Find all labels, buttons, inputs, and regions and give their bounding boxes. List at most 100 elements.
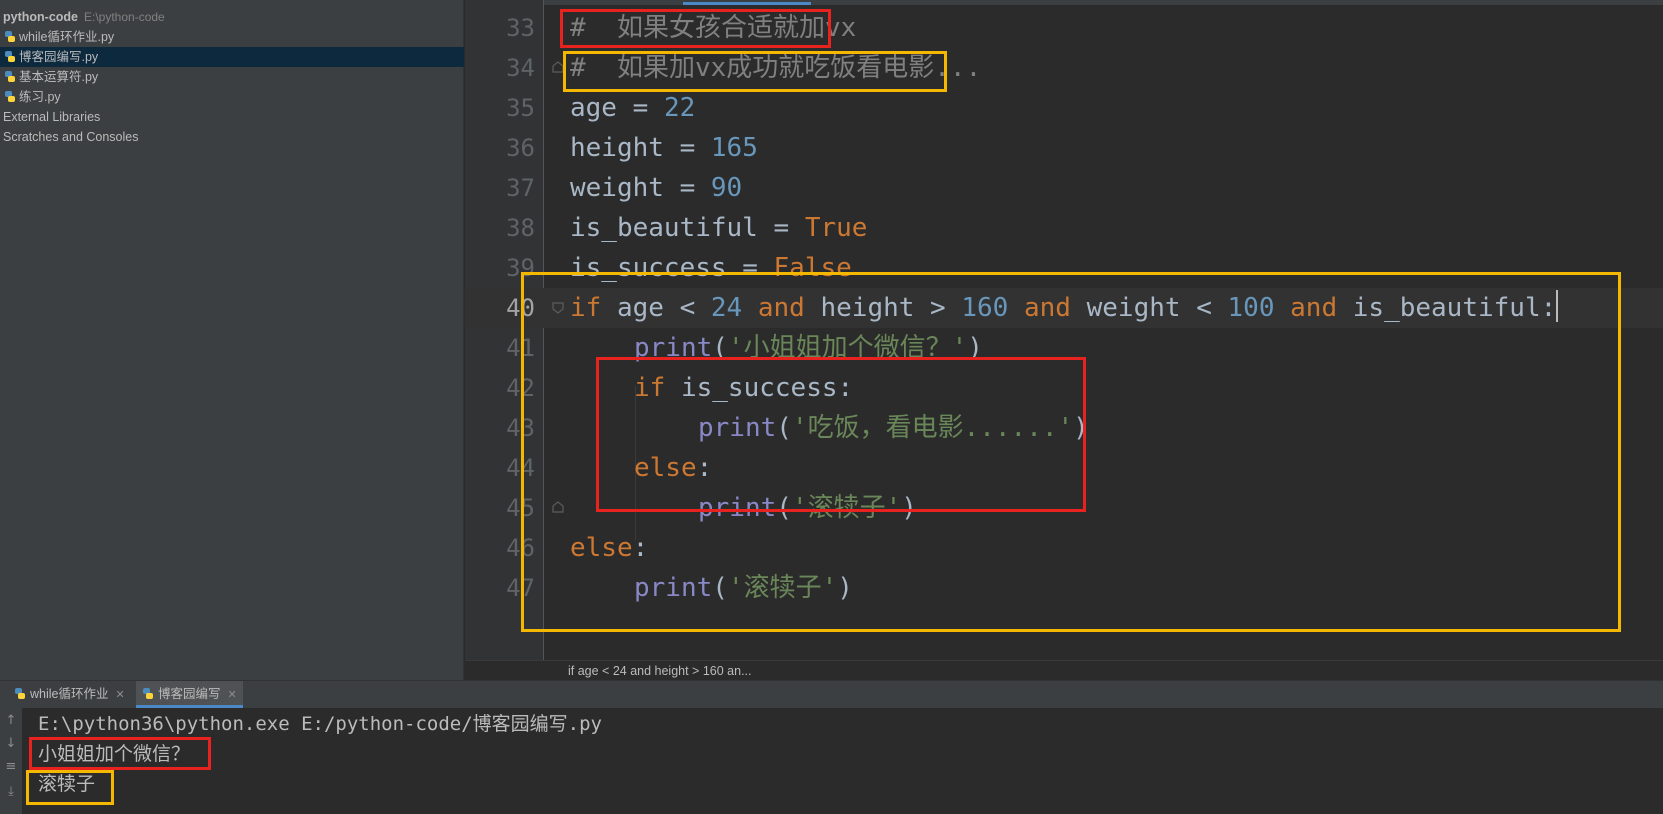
python-file-icon bbox=[4, 50, 16, 64]
bool-literal: True bbox=[804, 213, 868, 243]
project-root[interactable]: python-code E:\python-code bbox=[0, 7, 464, 27]
fold-start-icon[interactable] bbox=[551, 301, 565, 315]
python-file-icon bbox=[4, 70, 16, 84]
code-line-41[interactable]: 41 print('小姐姐加个微信？') bbox=[465, 328, 1663, 368]
line-number: 35 bbox=[506, 94, 535, 122]
variable: is_beautiful bbox=[570, 213, 758, 243]
fold-end-icon[interactable] bbox=[551, 500, 565, 514]
paren: ( bbox=[712, 333, 728, 363]
line-number: 37 bbox=[506, 174, 535, 202]
code-line-42[interactable]: 42 if is_success: bbox=[465, 368, 1663, 408]
run-tab-label: 博客园编写 bbox=[158, 687, 221, 701]
run-tabs-bar: while循环作业 ✕ 博客园编写 ✕ bbox=[0, 680, 1663, 708]
file-item-practice[interactable]: 练习.py bbox=[0, 87, 464, 107]
code-line-33[interactable]: 33 # 如果女孩合适就加vx bbox=[465, 8, 1663, 48]
builtin-function: print bbox=[698, 413, 777, 443]
scratches-and-consoles[interactable]: Scratches and Consoles bbox=[0, 127, 467, 147]
paren: ( bbox=[776, 493, 792, 523]
run-tab-label: while循环作业 bbox=[30, 687, 109, 701]
scroll-up-icon[interactable]: ↑ bbox=[3, 713, 19, 729]
line-number: 41 bbox=[506, 334, 535, 362]
line-number: 38 bbox=[506, 214, 535, 242]
console-output-line: 小姐姐加个微信？ bbox=[38, 743, 191, 765]
code-text: weight < bbox=[1070, 293, 1228, 323]
code-text: is_success: bbox=[665, 373, 854, 403]
console-command: E:\python36\python.exe E:/python-code/博客… bbox=[38, 713, 602, 735]
number-literal: 90 bbox=[710, 173, 743, 203]
code-line-38[interactable]: 38 is_beautiful = True bbox=[465, 208, 1663, 248]
code-text: is_beautiful: bbox=[1337, 293, 1557, 323]
variable: age bbox=[570, 93, 617, 123]
file-label: 博客园编写.py bbox=[19, 50, 99, 64]
run-tab-while[interactable]: while循环作业 ✕ bbox=[8, 681, 131, 708]
code-line-36[interactable]: 36 height = 165 bbox=[465, 128, 1663, 168]
code-line-34[interactable]: 34 # 如果加vx成功就吃饭看电影... bbox=[465, 48, 1663, 88]
soft-wrap-icon[interactable]: ≡ bbox=[3, 759, 19, 775]
string-literal: '吃饭，看电影......' bbox=[791, 413, 1074, 443]
close-icon[interactable]: ✕ bbox=[228, 689, 237, 701]
code-line-44[interactable]: 44 else: bbox=[465, 448, 1663, 488]
project-root-path: E:\python-code bbox=[84, 10, 165, 24]
code-line-39[interactable]: 39 is_success = False bbox=[465, 248, 1663, 288]
builtin-function: print bbox=[634, 573, 713, 603]
keyword: if bbox=[570, 293, 602, 323]
code-text: height > bbox=[804, 293, 962, 323]
paren: ( bbox=[776, 413, 792, 443]
run-tab-blog[interactable]: 博客园编写 ✕ bbox=[136, 681, 243, 708]
code-editor[interactable]: 33 # 如果女孩合适就加vx 34 # 如果加vx成功就吃饭看电影... 35… bbox=[465, 0, 1663, 660]
scroll-to-end-icon[interactable]: ⤓ bbox=[3, 784, 19, 800]
variable: weight bbox=[570, 173, 664, 203]
comment: # 如果女孩合适就加vx bbox=[570, 13, 857, 43]
code-line-47[interactable]: 47 print('滚犊子') bbox=[465, 568, 1663, 608]
code-line-35[interactable]: 35 age = 22 bbox=[465, 88, 1663, 128]
scroll-down-icon[interactable]: ↓ bbox=[3, 736, 19, 752]
text-caret bbox=[1556, 290, 1559, 322]
code-line-43[interactable]: 43 print('吃饭，看电影......') bbox=[465, 408, 1663, 448]
file-item-operators[interactable]: 基本运算符.py bbox=[0, 67, 464, 87]
line-number: 42 bbox=[506, 374, 535, 402]
file-label: while循环作业.py bbox=[19, 30, 115, 44]
external-libraries[interactable]: External Libraries bbox=[0, 107, 467, 127]
code-line-40[interactable]: 40 if age < 24 and height > 160 and weig… bbox=[465, 288, 1663, 328]
file-item-while[interactable]: while循环作业.py bbox=[0, 27, 464, 47]
line-number: 43 bbox=[506, 414, 535, 442]
number-literal: 100 bbox=[1227, 293, 1275, 323]
close-icon[interactable]: ✕ bbox=[116, 689, 125, 701]
file-label: 练习.py bbox=[19, 90, 61, 104]
keyword: if bbox=[634, 373, 666, 403]
comment: # 如果加vx成功就吃饭看电影... bbox=[570, 53, 982, 83]
run-console[interactable]: ↑ ↓ ≡ ⤓ E:\python36\python.exe E:/python… bbox=[0, 708, 1663, 814]
python-file-icon bbox=[4, 30, 16, 44]
keyword: and bbox=[1008, 293, 1071, 323]
code-line-46[interactable]: 46 else: bbox=[465, 528, 1663, 568]
operator: = bbox=[616, 93, 664, 123]
breadcrumb-text: if age < 24 and height > 160 an... bbox=[568, 664, 752, 678]
project-panel: python-code E:\python-code while循环作业.py 博… bbox=[0, 0, 464, 680]
project-root-name: python-code bbox=[3, 10, 78, 24]
fold-end-icon[interactable] bbox=[551, 60, 565, 74]
keyword: and bbox=[742, 293, 805, 323]
editor-breadcrumb[interactable]: if age < 24 and height > 160 an... bbox=[465, 660, 1663, 680]
line-number: 33 bbox=[506, 14, 535, 42]
string-literal: '小姐姐加个微信？' bbox=[727, 333, 968, 363]
line-number: 47 bbox=[506, 574, 535, 602]
line-number: 34 bbox=[506, 54, 535, 82]
code-line-45[interactable]: 45 print('滚犊子') bbox=[465, 488, 1663, 528]
python-run-icon bbox=[142, 684, 154, 699]
line-number: 46 bbox=[506, 534, 535, 562]
number-literal: 165 bbox=[710, 133, 758, 163]
number-literal: 24 bbox=[710, 293, 743, 323]
python-run-icon bbox=[14, 684, 26, 699]
line-number: 39 bbox=[506, 254, 535, 282]
variable: is_success bbox=[570, 253, 727, 283]
keyword: else bbox=[634, 453, 697, 483]
builtin-function: print bbox=[634, 333, 713, 363]
file-label: 基本运算符.py bbox=[19, 70, 99, 84]
code-line-37[interactable]: 37 weight = 90 bbox=[465, 168, 1663, 208]
file-item-blog[interactable]: 博客园编写.py bbox=[0, 47, 464, 67]
code-text: : bbox=[696, 453, 713, 483]
number-literal: 160 bbox=[961, 293, 1009, 323]
number-literal: 22 bbox=[663, 93, 696, 123]
operator: = bbox=[726, 253, 774, 283]
line-number: 40 bbox=[506, 294, 535, 322]
